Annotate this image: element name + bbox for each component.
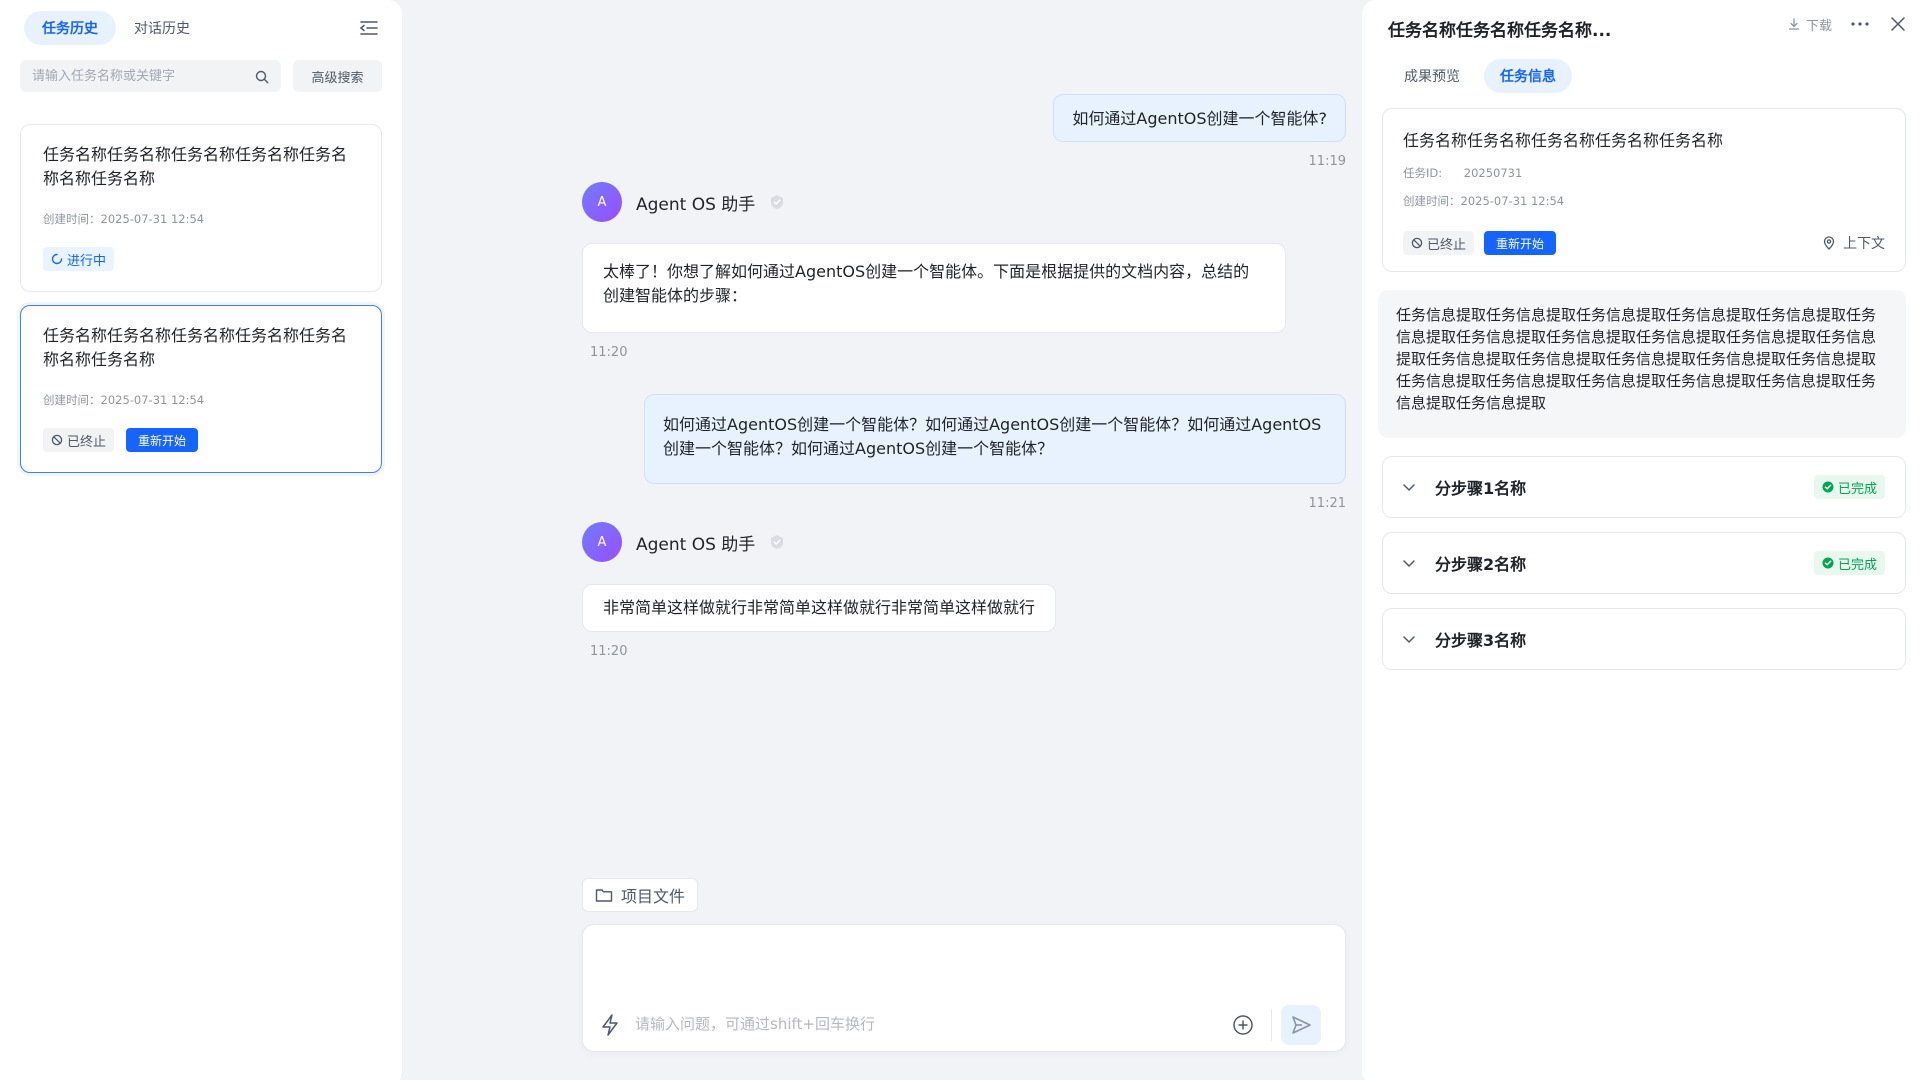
assistant-message-bubble: 非常简单这样做就行非常简单这样做就行非常简单这样做就行 <box>582 584 1057 632</box>
task-card-selected[interactable]: 任务名称任务名称任务名称任务名称任务名称名称任务名称 创建时间：2025-07-… <box>20 305 382 473</box>
folder-icon <box>595 889 613 902</box>
chevron-down-icon <box>1403 560 1415 568</box>
step-name: 分步骤3名称 <box>1435 631 1527 650</box>
send-button[interactable] <box>1281 1005 1321 1045</box>
user-message-bubble: 如何通过AgentOS创建一个智能体? <box>1053 94 1346 142</box>
detail-tabs: 成果预览 任务信息 <box>1388 59 1572 93</box>
status-badge-stopped: 已终止 <box>1403 231 1475 255</box>
step-item-2[interactable]: 分步骤2名称 已完成 <box>1382 532 1906 594</box>
step-name: 分步骤1名称 <box>1435 479 1527 498</box>
assistant-header: A Agent OS 助手 <box>582 182 785 222</box>
task-card[interactable]: 任务名称任务名称任务名称任务名称任务名称名称任务名称 创建时间：2025-07-… <box>20 124 382 292</box>
chevron-down-icon <box>1403 636 1415 644</box>
collapse-sidebar-icon[interactable] <box>358 18 380 38</box>
chevron-down-icon <box>1403 484 1415 492</box>
chat-area: 如何通过AgentOS创建一个智能体? 11:19 A Agent OS 助手 … <box>402 0 1362 1080</box>
step-status-label: 已完成 <box>1837 557 1877 573</box>
add-circle-icon[interactable] <box>1231 1013 1255 1037</box>
close-icon[interactable] <box>1888 14 1908 34</box>
agent-name: Agent OS 助手 <box>636 194 756 215</box>
message-input[interactable] <box>635 1013 1195 1037</box>
message-time: 11:20 <box>590 345 628 360</box>
avatar: A <box>582 182 622 222</box>
location-pin-icon <box>1823 236 1835 250</box>
status-label: 已终止 <box>1427 237 1467 253</box>
loading-icon <box>51 253 63 265</box>
tab-task-history[interactable]: 任务历史 <box>24 11 116 45</box>
stop-icon <box>51 434 63 446</box>
status-badge-done: 已完成 <box>1813 551 1885 575</box>
task-title: 任务名称任务名称任务名称任务名称任务名称名称任务名称 <box>43 145 348 188</box>
download-label: 下载 <box>1805 18 1832 34</box>
task-history-sidebar: 任务历史 对话历史 高级搜索 任务名称任务名称任务名称任务名称任务名称名称任务名… <box>0 0 402 1080</box>
project-files-label: 项目文件 <box>621 887 686 906</box>
task-info-title: 任务名称任务名称任务名称任务名称任务名称 <box>1403 131 1724 150</box>
task-id-value: 20250731 <box>1463 166 1523 180</box>
task-created-time: 创建时间：2025-07-31 12:54 <box>43 393 205 407</box>
avatar: A <box>582 522 622 562</box>
step-name: 分步骤2名称 <box>1435 555 1527 574</box>
message-time: 11:20 <box>590 644 628 659</box>
lightning-icon[interactable] <box>599 1013 621 1037</box>
check-circle-icon <box>1822 481 1834 493</box>
assistant-message-bubble: 太棒了！你想了解如何通过AgentOS创建一个智能体。下面是根据提供的文档内容，… <box>582 243 1286 333</box>
download-icon <box>1788 18 1800 30</box>
search-icon[interactable] <box>255 69 269 84</box>
verified-shield-icon <box>771 195 784 209</box>
task-created-time: 创建时间：2025-07-31 12:54 <box>43 212 205 226</box>
send-icon <box>1292 1016 1311 1034</box>
message-time: 11:19 <box>1308 154 1346 169</box>
task-id-key: 任务ID: <box>1403 166 1443 180</box>
tab-result-preview[interactable]: 成果预览 <box>1388 59 1476 93</box>
step-item-1[interactable]: 分步骤1名称 已完成 <box>1382 456 1906 518</box>
task-id-row: 任务ID: 20250731 <box>1403 165 1885 181</box>
task-created-time: 创建时间：2025-07-31 12:54 <box>1403 194 1565 208</box>
detail-title: 任务名称任务名称任务名称... <box>1388 21 1612 41</box>
status-label: 进行中 <box>67 253 107 269</box>
context-label: 上下文 <box>1843 236 1885 252</box>
step-status-label: 已完成 <box>1837 481 1877 497</box>
task-info-card: 任务名称任务名称任务名称任务名称任务名称 任务ID: 20250731 创建时间… <box>1382 108 1906 272</box>
message-composer <box>582 924 1346 1052</box>
advanced-search-button[interactable]: 高级搜索 <box>293 60 382 92</box>
tab-task-info[interactable]: 任务信息 <box>1484 59 1572 93</box>
search-row: 高级搜索 <box>20 60 382 92</box>
task-detail-panel: 任务名称任务名称任务名称... 下载 成果预览 任务信息 任务名称任务名称任务名… <box>1362 0 1920 1080</box>
assistant-header: A Agent OS 助手 <box>582 522 785 562</box>
restart-button[interactable]: 重新开始 <box>126 428 199 452</box>
task-extract-text: 任务信息提取任务信息提取任务信息提取任务信息提取任务信息提取任务信息提取任务信息… <box>1378 290 1906 438</box>
message-time: 11:21 <box>1308 496 1346 511</box>
user-message-bubble: 如何通过AgentOS创建一个智能体？如何通过AgentOS创建一个智能体？如何… <box>644 394 1346 484</box>
composer-divider <box>1271 1009 1272 1041</box>
sidebar-tabs: 任务历史 对话历史 <box>24 11 208 45</box>
check-circle-icon <box>1822 557 1834 569</box>
tab-chat-history[interactable]: 对话历史 <box>116 11 208 45</box>
status-badge-stopped: 已终止 <box>43 428 115 452</box>
step-item-3[interactable]: 分步骤3名称 <box>1382 608 1906 670</box>
task-search <box>20 60 281 92</box>
download-button[interactable]: 下载 <box>1788 15 1832 34</box>
more-icon[interactable] <box>1850 14 1870 34</box>
task-title: 任务名称任务名称任务名称任务名称任务名称名称任务名称 <box>43 326 348 369</box>
status-badge-running: 进行中 <box>43 247 115 271</box>
task-search-input[interactable] <box>20 60 281 92</box>
status-label: 已终止 <box>67 434 107 450</box>
stop-icon <box>1411 237 1423 249</box>
verified-shield-icon <box>771 535 784 549</box>
project-files-button[interactable]: 项目文件 <box>582 878 699 912</box>
detail-actions: 下载 <box>1788 14 1908 34</box>
restart-button[interactable]: 重新开始 <box>1484 231 1557 255</box>
agent-name: Agent OS 助手 <box>636 534 756 555</box>
status-badge-done: 已完成 <box>1813 475 1885 499</box>
context-button[interactable]: 上下文 <box>1823 233 1885 253</box>
